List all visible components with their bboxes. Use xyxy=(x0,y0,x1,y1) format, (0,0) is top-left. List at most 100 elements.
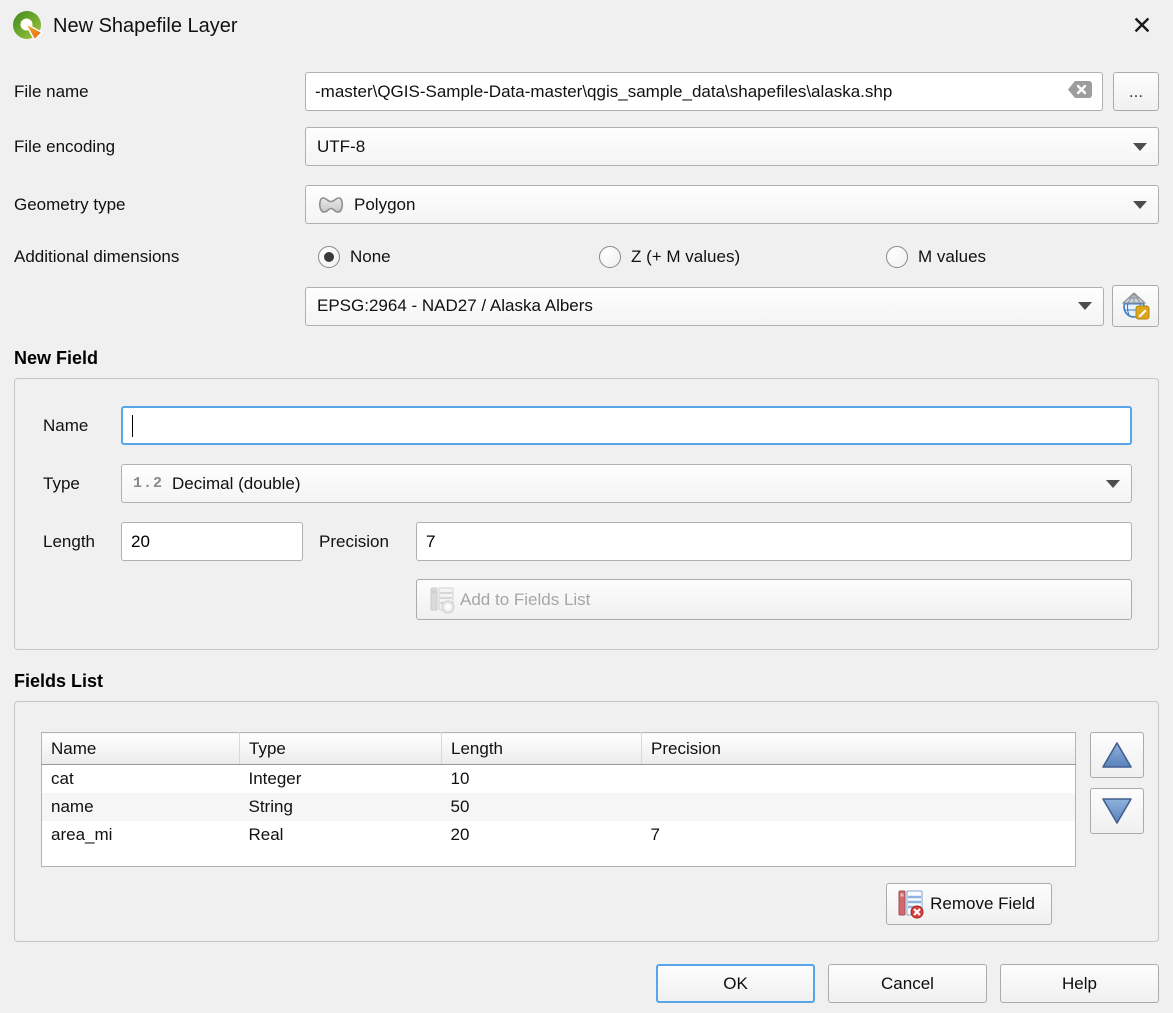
additional-dimensions-row: Additional dimensions None Z (+ M values… xyxy=(14,246,1159,268)
globe-crs-icon xyxy=(1121,291,1151,321)
radio-label: Z (+ M values) xyxy=(631,247,740,267)
geometry-type-select[interactable]: Polygon xyxy=(305,185,1159,224)
table-row[interactable]: name String 50 xyxy=(42,793,1076,821)
field-precision-label: Precision xyxy=(319,532,416,552)
new-field-heading: New Field xyxy=(14,348,1159,369)
radio-label: M values xyxy=(918,247,986,267)
qgis-logo-icon xyxy=(12,10,44,42)
radio-label: None xyxy=(350,247,391,267)
table-row[interactable]: area_mi Real 20 7 xyxy=(42,821,1076,849)
field-length-input[interactable] xyxy=(121,522,303,561)
geometry-type-label: Geometry type xyxy=(14,195,305,215)
polygon-icon xyxy=(317,195,345,215)
triangle-down-icon xyxy=(1100,796,1134,826)
geometry-type-value: Polygon xyxy=(354,195,415,215)
cell-precision[interactable]: 7 xyxy=(642,821,1076,849)
remove-field-icon xyxy=(897,889,924,919)
chevron-down-icon xyxy=(1133,201,1147,209)
additional-dimensions-label: Additional dimensions xyxy=(14,247,305,267)
geometry-type-row: Geometry type Polygon xyxy=(14,185,1159,224)
file-encoding-value: UTF-8 xyxy=(317,137,365,157)
help-button[interactable]: Help xyxy=(1000,964,1159,1003)
close-icon[interactable]: ✕ xyxy=(1125,9,1159,43)
cell-type[interactable]: Real xyxy=(240,821,442,849)
remove-field-button[interactable]: Remove Field xyxy=(886,883,1052,925)
field-type-label: Type xyxy=(43,474,121,494)
field-length-label: Length xyxy=(43,532,121,552)
cell-name[interactable]: area_mi xyxy=(42,821,240,849)
add-to-fields-list-button[interactable]: Add to Fields List xyxy=(416,579,1132,620)
field-type-select[interactable]: 1.2 Decimal (double) xyxy=(121,464,1132,503)
clear-text-icon[interactable] xyxy=(1067,80,1093,104)
dialog-content: File name -master\QGIS-Sample-Data-maste… xyxy=(0,72,1173,942)
column-header-name[interactable]: Name xyxy=(42,733,240,765)
file-encoding-row: File encoding UTF-8 xyxy=(14,127,1159,166)
text-caret xyxy=(132,415,133,437)
fields-table-area: Name Type Length Precision cat Integer 1… xyxy=(41,732,1144,867)
field-precision-input[interactable] xyxy=(416,522,1132,561)
chevron-down-icon xyxy=(1106,480,1120,488)
chevron-down-icon xyxy=(1133,143,1147,151)
cell-length[interactable]: 20 xyxy=(442,821,642,849)
move-field-down-button[interactable] xyxy=(1090,788,1144,834)
add-field-row: Add to Fields List xyxy=(43,579,1132,620)
table-empty-space xyxy=(42,849,1076,867)
reorder-buttons xyxy=(1090,732,1144,834)
additional-dimensions-group: None Z (+ M values) M values xyxy=(305,246,1159,268)
fields-table-header-row: Name Type Length Precision xyxy=(42,733,1076,765)
new-field-groupbox: Name Type 1.2 Decimal (double) Length Pr… xyxy=(14,378,1159,650)
dialog-title: New Shapefile Layer xyxy=(53,15,238,38)
fields-table[interactable]: Name Type Length Precision cat Integer 1… xyxy=(41,732,1076,867)
file-name-input[interactable]: -master\QGIS-Sample-Data-master\qgis_sam… xyxy=(305,72,1103,111)
crs-value: EPSG:2964 - NAD27 / Alaska Albers xyxy=(317,296,593,316)
file-name-value: -master\QGIS-Sample-Data-master\qgis_sam… xyxy=(315,82,1059,102)
file-encoding-select[interactable]: UTF-8 xyxy=(305,127,1159,166)
column-header-length[interactable]: Length xyxy=(442,733,642,765)
field-name-input[interactable] xyxy=(121,406,1132,445)
add-field-icon xyxy=(429,586,455,614)
cell-precision[interactable] xyxy=(642,793,1076,821)
length-precision-row: Length Precision xyxy=(43,522,1132,561)
move-field-up-button[interactable] xyxy=(1090,732,1144,778)
decimal-type-icon: 1.2 xyxy=(133,475,163,492)
table-row[interactable]: cat Integer 10 xyxy=(42,765,1076,793)
chevron-down-icon xyxy=(1078,302,1092,310)
cell-type[interactable]: Integer xyxy=(240,765,442,793)
file-name-label: File name xyxy=(14,82,305,102)
column-header-type[interactable]: Type xyxy=(240,733,442,765)
browse-button[interactable]: ... xyxy=(1113,72,1159,111)
new-shapefile-layer-dialog: New Shapefile Layer ✕ File name -master\… xyxy=(0,0,1173,1013)
remove-field-row: Remove Field xyxy=(41,883,1144,925)
fields-list-heading: Fields List xyxy=(14,671,1159,692)
radio-button-icon[interactable] xyxy=(599,246,621,268)
add-field-label: Add to Fields List xyxy=(460,590,590,610)
cell-precision[interactable] xyxy=(642,765,1076,793)
triangle-up-icon xyxy=(1100,740,1134,770)
file-encoding-label: File encoding xyxy=(14,137,305,157)
cell-length[interactable]: 10 xyxy=(442,765,642,793)
crs-select[interactable]: EPSG:2964 - NAD27 / Alaska Albers xyxy=(305,287,1104,326)
titlebar: New Shapefile Layer ✕ xyxy=(0,0,1173,46)
radio-option-m-values[interactable]: M values xyxy=(886,246,986,268)
radio-button-icon[interactable] xyxy=(886,246,908,268)
radio-option-z-m-values[interactable]: Z (+ M values) xyxy=(599,246,886,268)
fields-table-wrap: Name Type Length Precision cat Integer 1… xyxy=(41,732,1076,867)
cell-name[interactable]: name xyxy=(42,793,240,821)
dialog-footer: OK Cancel Help xyxy=(0,964,1173,1003)
remove-field-label: Remove Field xyxy=(930,894,1035,914)
select-crs-button[interactable] xyxy=(1112,285,1159,327)
cell-length[interactable]: 50 xyxy=(442,793,642,821)
fields-list-groupbox: Name Type Length Precision cat Integer 1… xyxy=(14,701,1159,942)
column-header-precision[interactable]: Precision xyxy=(642,733,1076,765)
cell-type[interactable]: String xyxy=(240,793,442,821)
ok-button[interactable]: OK xyxy=(656,964,815,1003)
file-name-row: File name -master\QGIS-Sample-Data-maste… xyxy=(14,72,1159,111)
field-type-value: Decimal (double) xyxy=(172,474,301,494)
radio-button-icon[interactable] xyxy=(318,246,340,268)
crs-row: EPSG:2964 - NAD27 / Alaska Albers xyxy=(14,285,1159,327)
field-name-label: Name xyxy=(43,416,121,436)
cell-name[interactable]: cat xyxy=(42,765,240,793)
cancel-button[interactable]: Cancel xyxy=(828,964,987,1003)
radio-option-none[interactable]: None xyxy=(318,246,599,268)
field-type-row: Type 1.2 Decimal (double) xyxy=(43,464,1132,503)
